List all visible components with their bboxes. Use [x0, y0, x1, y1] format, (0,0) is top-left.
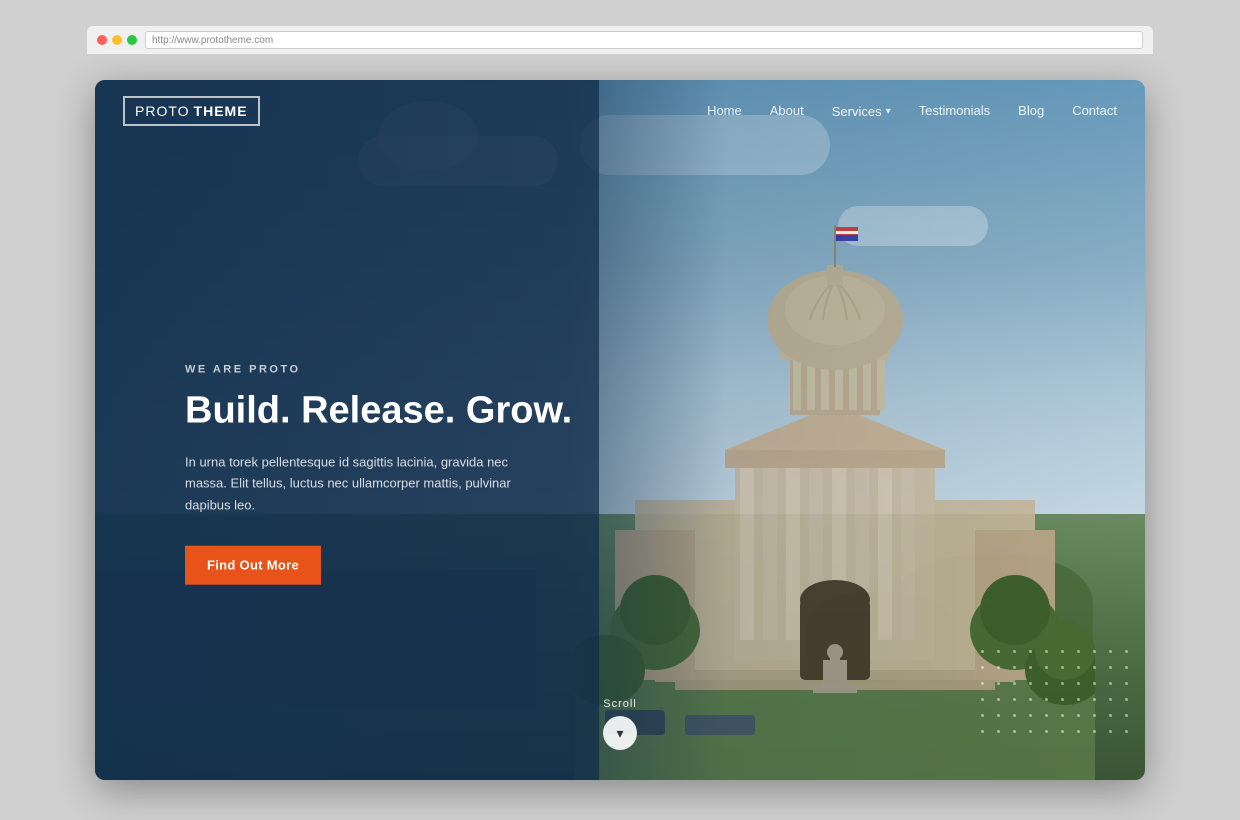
- dot: [1125, 714, 1128, 717]
- dot: [997, 730, 1000, 733]
- dot: [1109, 666, 1112, 669]
- nav-link-services[interactable]: Services: [832, 104, 882, 119]
- nav-item-about[interactable]: About: [770, 102, 804, 120]
- hero-title: Build. Release. Grow.: [185, 390, 572, 434]
- nav-link-about[interactable]: About: [770, 103, 804, 118]
- cta-button[interactable]: Find Out More: [185, 546, 321, 585]
- dot: [1013, 730, 1016, 733]
- nav-menu: Home About Services ▾ Testimonials: [707, 102, 1117, 120]
- dot: [997, 714, 1000, 717]
- dot: [981, 682, 984, 685]
- hero-description: In urna torek pellentesque id sagittis l…: [185, 451, 525, 515]
- dot: [1109, 714, 1112, 717]
- dot: [1045, 730, 1048, 733]
- url-bar[interactable]: http://www.prototheme.com: [145, 31, 1143, 49]
- dot: [1109, 730, 1112, 733]
- dot: [1109, 698, 1112, 701]
- dot: [1093, 650, 1096, 653]
- dot: [1077, 698, 1080, 701]
- dot: [1013, 682, 1016, 685]
- dot: [1029, 730, 1032, 733]
- dot: [1045, 698, 1048, 701]
- dot: [1093, 682, 1096, 685]
- traffic-lights: [97, 35, 137, 45]
- dot: [1061, 698, 1064, 701]
- dot-pattern-decoration: // Generate dots inline via DOM const do…: [981, 650, 1135, 740]
- minimize-button[interactable]: [112, 35, 122, 45]
- dot: [1045, 714, 1048, 717]
- dot: [997, 650, 1000, 653]
- dot: [1029, 698, 1032, 701]
- dot: [1013, 698, 1016, 701]
- dot: [1093, 714, 1096, 717]
- dot: [981, 650, 984, 653]
- dot: [981, 666, 984, 669]
- dot: [1077, 682, 1080, 685]
- dot: [981, 714, 984, 717]
- dot: [1093, 730, 1096, 733]
- dot: [1029, 682, 1032, 685]
- hero-section: PROTO THEME Home About Services ▾: [95, 80, 1145, 780]
- dot: [997, 682, 1000, 685]
- nav-item-home[interactable]: Home: [707, 102, 742, 120]
- dot: [981, 730, 984, 733]
- dot: [1125, 698, 1128, 701]
- hero-eyebrow: WE ARE PROTO: [185, 364, 572, 376]
- dot: [1109, 650, 1112, 653]
- scroll-label: Scroll: [603, 698, 637, 710]
- nav-item-contact[interactable]: Contact: [1072, 102, 1117, 120]
- dot: [1061, 730, 1064, 733]
- dot: [1061, 682, 1064, 685]
- dot: [1093, 698, 1096, 701]
- dot: [1029, 714, 1032, 717]
- scroll-circle-button[interactable]: ▾: [603, 716, 637, 750]
- dot: [1029, 666, 1032, 669]
- dot: [1125, 730, 1128, 733]
- logo[interactable]: PROTO THEME: [123, 96, 260, 126]
- dot: [1061, 666, 1064, 669]
- nav-item-testimonials[interactable]: Testimonials: [919, 102, 991, 120]
- dot: [997, 698, 1000, 701]
- dot: [1045, 650, 1048, 653]
- dot: [1125, 650, 1128, 653]
- dot: [1013, 666, 1016, 669]
- nav-link-blog[interactable]: Blog: [1018, 103, 1044, 118]
- browser-frame: PROTO THEME Home About Services ▾: [95, 80, 1145, 780]
- services-dropdown-arrow: ▾: [886, 106, 891, 117]
- hero-content: WE ARE PROTO Build. Release. Grow. In ur…: [185, 364, 572, 585]
- dot: [1045, 666, 1048, 669]
- maximize-button[interactable]: [127, 35, 137, 45]
- dot: [1061, 714, 1064, 717]
- scroll-indicator: Scroll ▾: [603, 698, 637, 750]
- nav-link-home[interactable]: Home: [707, 103, 742, 118]
- dot: [1029, 650, 1032, 653]
- nav-link-testimonials[interactable]: Testimonials: [919, 103, 991, 118]
- dot: [981, 698, 984, 701]
- dot: [1077, 714, 1080, 717]
- dot: [1077, 650, 1080, 653]
- dot: [1125, 666, 1128, 669]
- dot: [1013, 650, 1016, 653]
- dot: [1125, 682, 1128, 685]
- logo-proto: PROTO: [135, 103, 190, 119]
- dot: [1109, 682, 1112, 685]
- dot: [1061, 650, 1064, 653]
- nav-item-blog[interactable]: Blog: [1018, 102, 1044, 120]
- nav-link-contact[interactable]: Contact: [1072, 103, 1117, 118]
- dot: [1093, 666, 1096, 669]
- navbar: PROTO THEME Home About Services ▾: [95, 80, 1145, 142]
- dot: [997, 666, 1000, 669]
- dot: [1045, 682, 1048, 685]
- dot: [1077, 730, 1080, 733]
- logo-theme: THEME: [194, 103, 248, 119]
- dot: [1077, 666, 1080, 669]
- nav-item-services[interactable]: Services ▾: [832, 104, 891, 119]
- close-button[interactable]: [97, 35, 107, 45]
- scroll-down-arrow: ▾: [616, 726, 623, 740]
- dot: [1013, 714, 1016, 717]
- address-bar: http://www.prototheme.com: [87, 26, 1153, 54]
